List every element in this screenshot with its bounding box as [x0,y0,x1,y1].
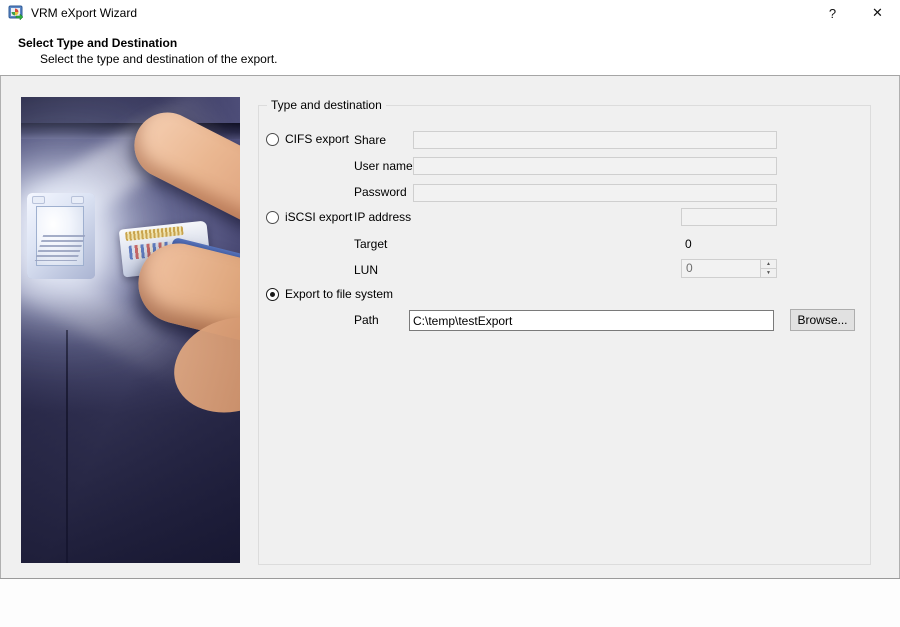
share-input[interactable] [413,131,777,149]
password-input[interactable] [413,184,777,202]
vrm-export-wizard-window: VRM eXport Wizard ? ✕ Select Type and De… [0,0,900,627]
page-title: Select Type and Destination [18,36,178,50]
network-cable-photo [21,97,240,563]
help-button[interactable]: ? [810,0,855,26]
titlebar: VRM eXport Wizard ? ✕ [0,0,900,26]
password-label: Password [354,185,407,199]
export-to-file-system-radio[interactable] [266,288,279,301]
type-destination-group: Type and destination CIFS export Share U… [258,98,871,565]
browse-button[interactable]: Browse... [790,309,855,331]
port-tab [32,196,45,204]
share-label: Share [354,133,387,147]
port-opening [34,206,86,266]
target-label: Target [354,237,388,251]
user-name-label: User name [354,159,413,173]
lun-label: LUN [354,263,379,277]
iscsi-export-radio[interactable] [266,211,279,224]
export-to-file-system-radio-label[interactable]: Export to file system [285,287,393,301]
ip-address-label: IP address [354,210,412,224]
page-subtitle: Select the type and destination of the e… [40,52,278,66]
app-icon [8,5,24,21]
footer: < Back Next > Exit [0,579,900,627]
lun-value: 0 [686,261,693,275]
target-value: 0 [685,237,692,251]
user-name-input[interactable] [413,157,777,175]
photo-seam-line [66,330,68,563]
spin-down-icon[interactable]: ▼ [761,269,776,277]
close-button[interactable]: ✕ [855,0,900,26]
wizard-header: Select Type and Destination Select the t… [0,26,900,76]
path-label: Path [354,313,379,327]
lun-spinner[interactable]: 0 ▲ ▼ [681,259,777,278]
port-tab [71,196,84,204]
cifs-export-radio[interactable] [266,133,279,146]
iscsi-export-radio-label[interactable]: iSCSI export [285,210,352,224]
lun-spin-buttons: ▲ ▼ [760,260,776,277]
cifs-export-radio-label[interactable]: CIFS export [285,132,349,146]
ethernet-port [27,193,95,279]
spin-up-icon[interactable]: ▲ [761,260,776,269]
window-title: VRM eXport Wizard [31,6,138,20]
group-title: Type and destination [267,98,386,112]
port-grille [34,235,86,261]
ip-address-input[interactable] [681,208,777,226]
path-input[interactable] [409,310,774,331]
